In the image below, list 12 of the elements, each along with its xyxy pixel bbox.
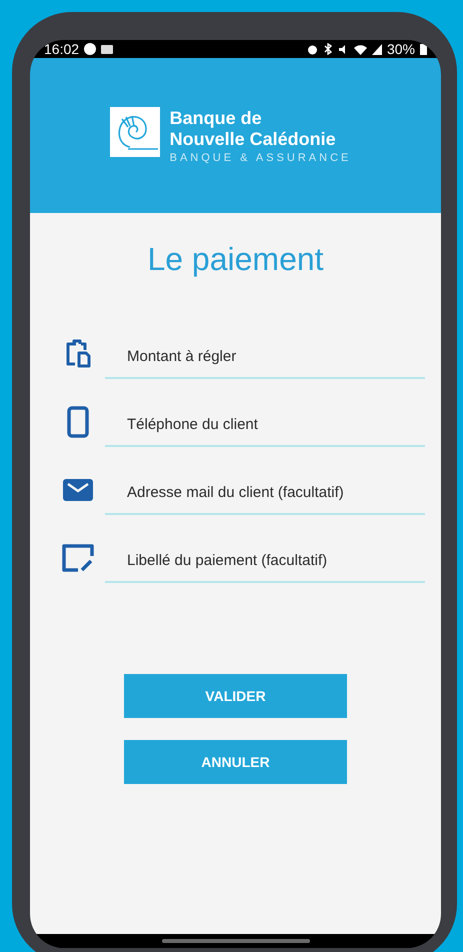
- input-field[interactable]: Adresse mail du client (facultatif): [105, 472, 425, 514]
- battery-percent: 30%: [386, 41, 415, 57]
- cancel-button[interactable]: ANNULER: [124, 740, 347, 784]
- input-field[interactable]: Libellé du paiement (facultatif): [105, 540, 425, 582]
- validate-button[interactable]: VALIDER: [124, 674, 347, 718]
- brand-name: Nouvelle Calédonie: [170, 128, 337, 150]
- brand-name: Banque de: [170, 108, 263, 128]
- input-field[interactable]: Téléphone du client: [105, 404, 425, 446]
- brand-tagline: BANQUE & ASSURANCE: [170, 152, 352, 164]
- input-field[interactable]: Montant à régler: [105, 336, 425, 378]
- page-title: Le paiement: [146, 241, 325, 278]
- clock-time: 16:02: [44, 41, 80, 57]
